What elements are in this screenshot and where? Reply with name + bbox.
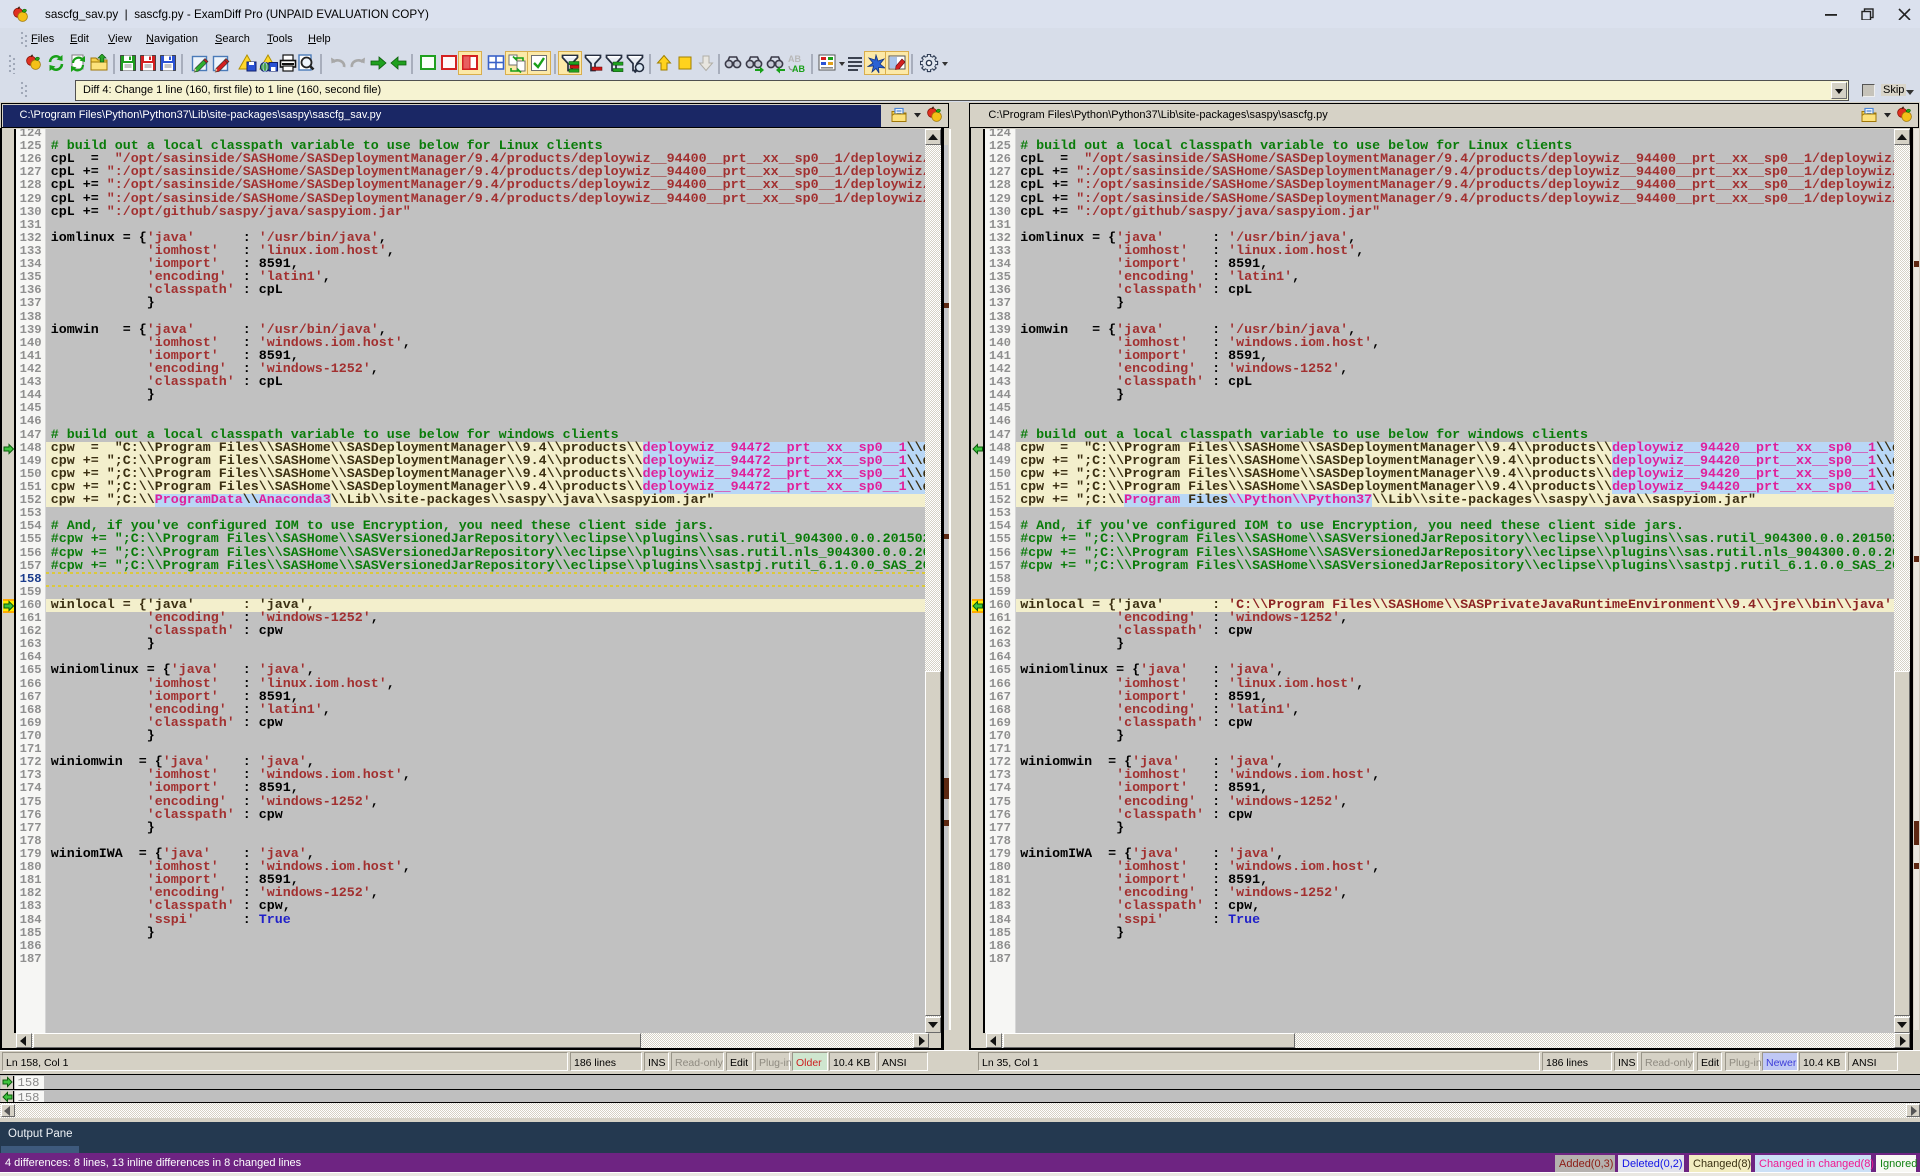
svg-text:AB: AB: [788, 54, 801, 64]
svg-text:AB: AB: [792, 64, 805, 74]
